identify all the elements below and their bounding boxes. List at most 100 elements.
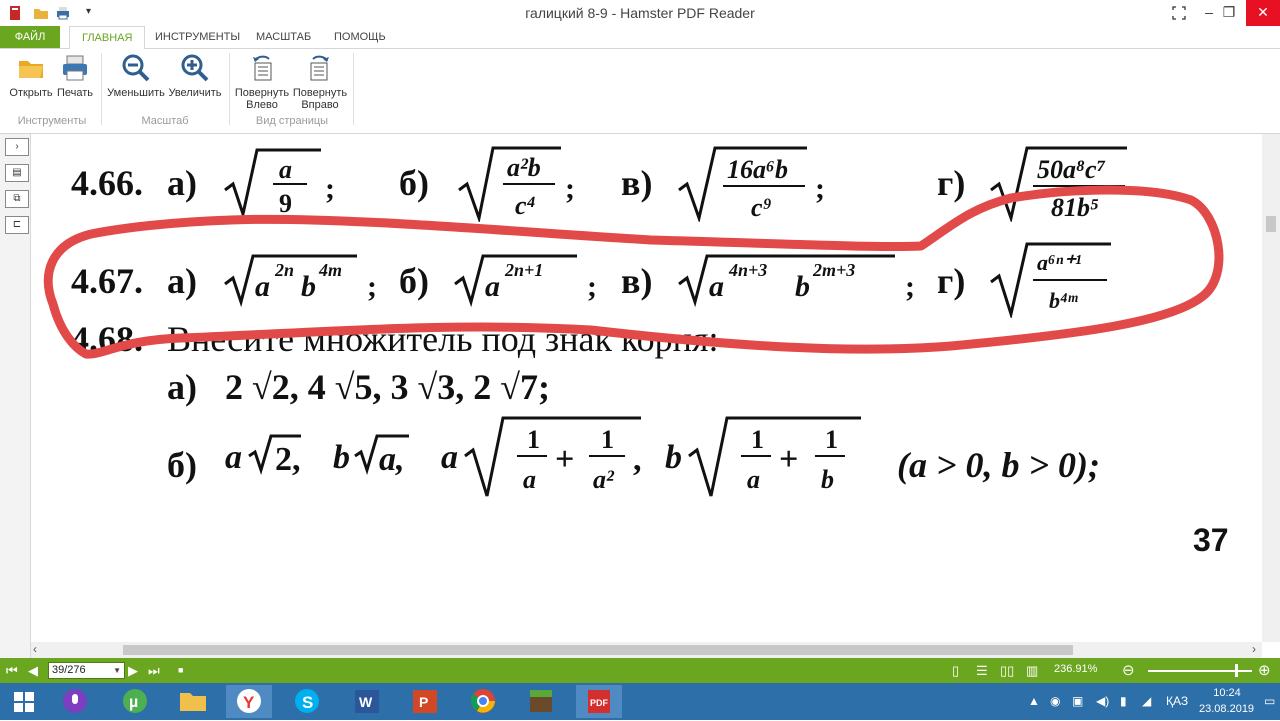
thumbnails-button[interactable]: ▤ [5,164,29,182]
zoom-slider[interactable] [1148,664,1252,677]
tab-home[interactable]: ГЛАВНАЯ [69,26,146,49]
red-annotation-outline [43,185,1224,359]
print-button[interactable]: Печать [56,53,94,99]
zoom-out-button[interactable]: Уменьшить [106,53,166,99]
svg-text:W: W [359,694,373,710]
single-page-view-icon[interactable]: ▯ [952,663,959,679]
clock-time[interactable]: 10:24 [1207,687,1247,699]
scroll-right-icon[interactable]: › [1252,642,1256,656]
tab-tools[interactable]: ИНСТРУМЕНТЫ [143,26,252,48]
chrome-taskbar-app[interactable] [460,685,506,718]
scroll-left-icon[interactable]: ‹ [33,642,37,656]
horizontal-scrollbar[interactable]: ‹ › [31,642,1262,658]
zoom-in-button[interactable]: Увеличить [166,53,224,99]
tray-app-icon[interactable]: ▣ [1072,694,1083,708]
expand-panel-button[interactable]: › [5,138,29,156]
pages-button[interactable]: ⧉ [5,190,29,208]
powerpoint-taskbar-app[interactable]: P [402,685,448,718]
folder-icon [19,61,43,78]
clock-date[interactable]: 23.08.2019 [1199,703,1254,715]
fullscreen-button[interactable] [1164,0,1194,26]
group-label-zoom: Масштаб [141,115,189,127]
zoom-out-small-icon[interactable]: ⊖ [1122,661,1135,679]
zoom-in-small-icon[interactable]: ⊕ [1258,661,1271,679]
tab-zoom[interactable]: МАСШТАБ [244,26,323,48]
zoom-slider-thumb[interactable] [1234,664,1238,677]
page-number-value: 39/276 [52,664,86,676]
document-view[interactable]: 4.66. а) a 9 ; б) a²b c⁴ ; в) 16a⁶b c⁹ ;… [31,134,1261,642]
tab-help[interactable]: ПОМОЩЬ [322,26,398,48]
taskbar: µ Y S W P PDF ▲ ◉ ▣ ◀) ▮ ◢ ҚАЗ 10:24 23.… [0,683,1280,720]
show-hidden-icons-icon[interactable]: ▲ [1028,694,1040,708]
rotate-left-label-2: Влево [246,99,278,111]
ribbon-divider [353,53,354,125]
svg-text:Y: Y [243,693,255,712]
zoom-level: 236.91% [1054,663,1098,675]
side-panel: › ▤ ⧉ ⊏ [0,134,31,658]
horizontal-scroll-thumb[interactable] [123,645,1073,655]
file-explorer-taskbar-app[interactable] [170,685,216,718]
skype-taskbar-app[interactable]: S [284,685,330,718]
svg-text:S: S [302,693,313,712]
group-label-page-view: Вид страницы [255,115,329,127]
svg-text:P: P [419,694,428,710]
chrome-icon [471,689,495,713]
word-icon: W [355,690,379,713]
rotate-right-icon [310,55,329,81]
bookmark-icon: ⊏ [12,219,22,230]
wifi-icon[interactable]: ◢ [1142,694,1151,708]
pages-icon: ⧉ [13,193,21,204]
first-page-icon[interactable]: ⏮ [6,663,18,679]
last-page-icon[interactable]: ⏭ [148,663,160,679]
more-icon[interactable]: ■ [178,665,183,675]
page-number-input[interactable]: 39/276 ▼ [48,662,125,679]
minecraft-icon [530,690,552,712]
close-button[interactable]: ✕ [1246,0,1280,26]
rotate-right-label-2: Вправо [301,99,339,111]
pdf-icon: PDF [588,690,610,713]
skype-icon: S [295,689,319,713]
zoom-out-label: Уменьшить [107,87,165,99]
volume-icon[interactable]: ◀) [1096,694,1109,708]
restore-button[interactable]: ❐ [1214,0,1244,26]
cortana-mic-button[interactable] [52,685,98,718]
yandex-browser-taskbar-app[interactable]: Y [226,685,272,718]
svg-text:µ: µ [129,694,138,711]
vertical-scrollbar[interactable] [1262,134,1280,642]
status-bar: ⏮ ◀ 39/276 ▼ ▶ ⏭ ■ ▯ ☰ ▯▯ ▥ 236.91% ⊖ ⊕ [0,658,1280,683]
notifications-icon[interactable]: ▭ [1264,694,1275,708]
zoom-out-icon [122,54,150,82]
chevron-right-icon: › [15,141,19,152]
utorrent-taskbar-app[interactable]: µ [112,685,158,718]
rotate-left-button[interactable]: Повернуть Влево [234,53,290,111]
word-taskbar-app[interactable]: W [344,685,390,718]
folder-icon [180,693,206,711]
rotate-right-button[interactable]: Повернуть Вправо [290,53,350,111]
tab-file[interactable]: ФАЙЛ [0,26,60,48]
open-button[interactable]: Открыть [8,53,54,99]
vertical-scroll-thumb[interactable] [1266,216,1276,232]
windows-start-icon[interactable] [14,692,34,712]
continuous-view-icon[interactable]: ☰ [976,663,988,679]
yandex-icon: Y [237,689,261,713]
utorrent-icon: µ [123,689,147,713]
printer-icon [63,55,87,81]
chevron-down-icon[interactable]: ▼ [113,663,121,678]
title-bar: ▾ галицкий 8-9 - Hamster PDF Reader ‒ ❐ … [0,0,1280,26]
rotate-left-label-1: Повернуть [234,87,290,99]
open-label: Открыть [9,87,53,99]
two-page-view-icon[interactable]: ▯▯ [1000,663,1014,679]
ribbon-divider [229,53,230,125]
next-page-icon[interactable]: ▶ [128,663,138,679]
rotate-right-label-1: Повернуть [292,87,348,99]
network-status-icon[interactable]: ◉ [1050,694,1060,708]
thumbnails-icon: ▤ [12,167,22,178]
zoom-in-label: Увеличить [168,87,222,99]
bookmarks-button[interactable]: ⊏ [5,216,29,234]
hamster-pdf-taskbar-app[interactable]: PDF [576,685,622,718]
battery-icon[interactable]: ▮ [1120,694,1127,708]
minecraft-taskbar-app[interactable] [518,685,564,718]
prev-page-icon[interactable]: ◀ [28,663,38,679]
keyboard-language[interactable]: ҚАЗ [1166,694,1188,708]
two-page-continuous-view-icon[interactable]: ▥ [1026,663,1038,679]
